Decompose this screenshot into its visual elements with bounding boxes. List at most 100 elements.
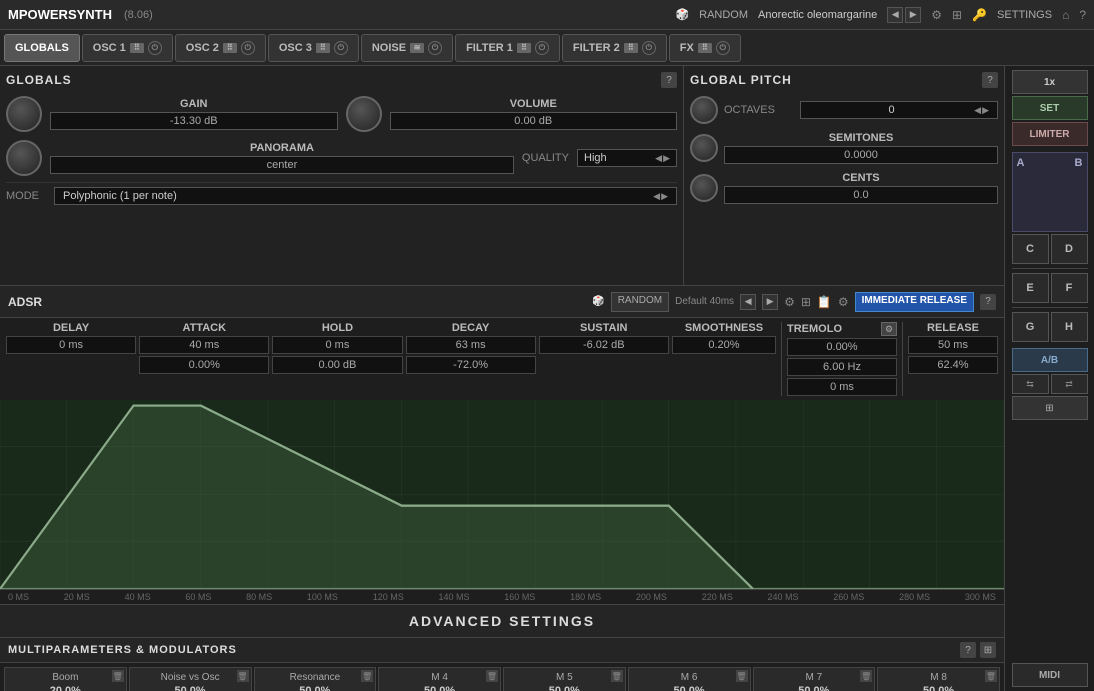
adsr-icon4[interactable]: ⚙ xyxy=(838,295,849,309)
multi-param-resonance-del[interactable]: 🗑 xyxy=(361,670,373,682)
gain-value[interactable]: -13.30 dB xyxy=(50,112,338,130)
prev-preset-btn[interactable]: ◀ xyxy=(887,7,903,23)
filter2-power[interactable]: ⏻ xyxy=(642,41,656,55)
adsr-help-btn[interactable]: ? xyxy=(980,294,996,310)
sidebar-copy-btn1[interactable]: ⇆ xyxy=(1012,374,1049,394)
multi-param-m4-del[interactable]: 🗑 xyxy=(486,670,498,682)
sidebar-copy-btn2[interactable]: ⇄ xyxy=(1051,374,1088,394)
sidebar-f-btn[interactable]: F xyxy=(1051,273,1088,303)
tab-fx-label: FX xyxy=(680,42,694,54)
cents-knob[interactable] xyxy=(690,174,718,202)
octaves-right-arrow[interactable]: ▶ xyxy=(982,105,989,116)
octaves-row: OCTAVES 0 ◀ ▶ xyxy=(690,96,998,124)
adsr-icon2[interactable]: ⊞ xyxy=(801,295,811,309)
tremolo-value3[interactable]: 0 ms xyxy=(787,378,897,396)
sidebar-set-btn[interactable]: SET xyxy=(1012,96,1088,120)
sidebar-h-btn[interactable]: H xyxy=(1051,312,1088,342)
advanced-section: ADVANCED SETTINGS xyxy=(0,605,1004,638)
osc2-power[interactable]: ⏻ xyxy=(241,41,255,55)
osc3-power[interactable]: ⏻ xyxy=(334,41,348,55)
gain-knob[interactable] xyxy=(6,96,42,132)
smoothness-value[interactable]: 0.20% xyxy=(672,336,776,354)
immediate-release-btn[interactable]: IMMEDIATE RELEASE xyxy=(855,292,974,312)
tab-filter1[interactable]: FILTER 1 ⠿ ⏻ xyxy=(455,34,560,62)
tab-osc2[interactable]: OSC 2 ⠿ ⏻ xyxy=(175,34,266,62)
octaves-left-arrow[interactable]: ◀ xyxy=(974,105,981,116)
multi-param-m5-del[interactable]: 🗑 xyxy=(611,670,623,682)
tab-globals[interactable]: GLOBALS xyxy=(4,34,80,62)
sidebar-1x-btn[interactable]: 1x xyxy=(1012,70,1088,94)
attack-value1[interactable]: 40 ms xyxy=(139,336,269,354)
semitones-value[interactable]: 0.0000 xyxy=(724,146,998,164)
sidebar-ab-switch-btn[interactable]: A/B xyxy=(1012,348,1088,372)
adsr-random-btn[interactable]: RANDOM xyxy=(611,292,669,312)
tab-noise[interactable]: NOISE ≋ ⏻ xyxy=(361,34,453,62)
adsr-prev-btn[interactable]: ◀ xyxy=(740,294,756,310)
decay-value2[interactable]: -72.0% xyxy=(406,356,536,374)
quality-right-arrow[interactable]: ▶ xyxy=(663,153,670,164)
volume-value[interactable]: 0.00 dB xyxy=(390,112,678,130)
multi-param-boom-del[interactable]: 🗑 xyxy=(112,670,124,682)
tab-fx[interactable]: FX ⠿ ⏻ xyxy=(669,34,741,62)
sidebar-e-btn[interactable]: E xyxy=(1012,273,1049,303)
sidebar-midi-btn[interactable]: MIDI xyxy=(1012,663,1088,687)
multi-param-resonance: Resonance 50.0% 🗑 xyxy=(254,667,377,691)
fx-power[interactable]: ⏻ xyxy=(716,41,730,55)
panorama-value[interactable]: center xyxy=(50,156,514,174)
help-icon[interactable]: ? xyxy=(1079,8,1086,22)
hold-value2[interactable]: 0.00 dB xyxy=(272,356,402,374)
mode-left-arrow[interactable]: ◀ xyxy=(653,191,660,202)
adsr-icon3[interactable]: 📋 xyxy=(817,295,832,309)
settings-label[interactable]: SETTINGS xyxy=(997,9,1052,21)
pitch-help-btn[interactable]: ? xyxy=(982,72,998,88)
filter1-power[interactable]: ⏻ xyxy=(535,41,549,55)
quality-left-arrow[interactable]: ◀ xyxy=(655,153,662,164)
tremolo-value1[interactable]: 0.00% xyxy=(787,338,897,356)
multi-param-noise-del[interactable]: 🗑 xyxy=(237,670,249,682)
multi-param-m6-del[interactable]: 🗑 xyxy=(736,670,748,682)
noise-power[interactable]: ⏻ xyxy=(428,41,442,55)
semitones-knob[interactable] xyxy=(690,134,718,162)
adsr-icon1[interactable]: ⚙ xyxy=(784,295,795,309)
multi-param-m8-del[interactable]: 🗑 xyxy=(985,670,997,682)
octaves-knob[interactable] xyxy=(690,96,718,124)
sidebar-limiter-btn[interactable]: LIMITER xyxy=(1012,122,1088,146)
release-value2[interactable]: 62.4% xyxy=(908,356,998,374)
multiparams-expand-btn[interactable]: ⊞ xyxy=(980,642,996,658)
tremolo-settings-btn[interactable]: ⚙ xyxy=(881,322,897,336)
cents-value[interactable]: 0.0 xyxy=(724,186,998,204)
sidebar-d-btn[interactable]: D xyxy=(1051,234,1088,264)
tab-osc3[interactable]: OSC 3 ⠿ ⏻ xyxy=(268,34,359,62)
tab-filter2[interactable]: FILTER 2 ⠿ ⏻ xyxy=(562,34,667,62)
mode-right-arrow[interactable]: ▶ xyxy=(661,191,668,202)
sidebar-g-btn[interactable]: G xyxy=(1012,312,1049,342)
sustain-value[interactable]: -6.02 dB xyxy=(539,336,669,354)
osc1-power[interactable]: ⏻ xyxy=(148,41,162,55)
multi-param-m7-del[interactable]: 🗑 xyxy=(860,670,872,682)
tremolo-value2[interactable]: 6.00 Hz xyxy=(787,358,897,376)
octaves-selector[interactable]: 0 ◀ ▶ xyxy=(800,101,998,119)
tab-osc1[interactable]: OSC 1 ⠿ ⏻ xyxy=(82,34,173,62)
decay-value1[interactable]: 63 ms xyxy=(406,336,536,354)
adsr-next-btn[interactable]: ▶ xyxy=(762,294,778,310)
next-preset-btn[interactable]: ▶ xyxy=(905,7,921,23)
sidebar: 1x SET LIMITER A B C D E F G H A/B ⇆ xyxy=(1004,66,1094,691)
delay-value[interactable]: 0 ms xyxy=(6,336,136,354)
globals-help-btn[interactable]: ? xyxy=(661,72,677,88)
random-label[interactable]: RANDOM xyxy=(699,9,748,21)
volume-knob[interactable] xyxy=(346,96,382,132)
multiparams-section: MULTIPARAMETERS & MODULATORS ? ⊞ Boom 20… xyxy=(0,638,1004,691)
release-label: RELEASE xyxy=(908,322,998,334)
sidebar-grid-btn[interactable]: ⊞ xyxy=(1012,396,1088,420)
home-icon[interactable]: ⌂ xyxy=(1062,8,1069,22)
mode-selector[interactable]: Polyphonic (1 per note) ◀ ▶ xyxy=(54,187,677,205)
panorama-knob[interactable] xyxy=(6,140,42,176)
icon-group1: ⚙ xyxy=(931,8,942,22)
multiparams-help-btn[interactable]: ? xyxy=(960,642,976,658)
sidebar-c-btn[interactable]: C xyxy=(1012,234,1049,264)
tremolo-param: TREMOLO ⚙ 0.00% 6.00 Hz 0 ms xyxy=(787,322,897,396)
release-value1[interactable]: 50 ms xyxy=(908,336,998,354)
attack-value2[interactable]: 0.00% xyxy=(139,356,269,374)
hold-value1[interactable]: 0 ms xyxy=(272,336,402,354)
quality-selector[interactable]: High ◀ ▶ xyxy=(577,149,677,167)
